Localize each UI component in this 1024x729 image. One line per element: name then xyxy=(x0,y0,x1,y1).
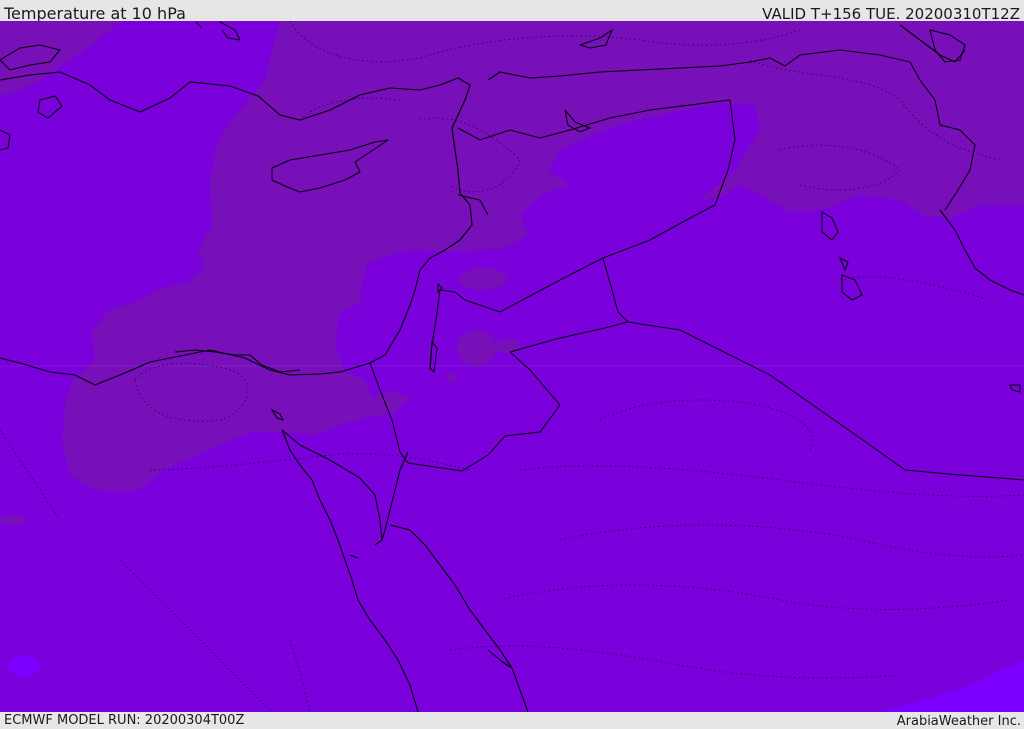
map-panel xyxy=(0,21,1024,712)
map-canvas xyxy=(0,21,1024,712)
temperature-field-cool-spot xyxy=(447,373,457,383)
header-bar: Temperature at 10 hPa VALID T+156 TUE. 2… xyxy=(0,0,1024,23)
weather-map-frame: Temperature at 10 hPa VALID T+156 TUE. 2… xyxy=(0,0,1024,729)
credit-label: ArabiaWeather Inc. xyxy=(896,714,1021,729)
model-run-label: ECMWF MODEL RUN: 20200304T00Z xyxy=(4,713,245,728)
temperature-field-warm-spot xyxy=(8,655,40,677)
temperature-field-cool-spot xyxy=(496,339,520,353)
temperature-field-cool-spot xyxy=(409,228,429,240)
temperature-field-cool-spot xyxy=(459,268,507,290)
footer-bar: ECMWF MODEL RUN: 20200304T00Z ArabiaWeat… xyxy=(0,712,1024,729)
temperature-field-cool-spot xyxy=(457,330,497,366)
